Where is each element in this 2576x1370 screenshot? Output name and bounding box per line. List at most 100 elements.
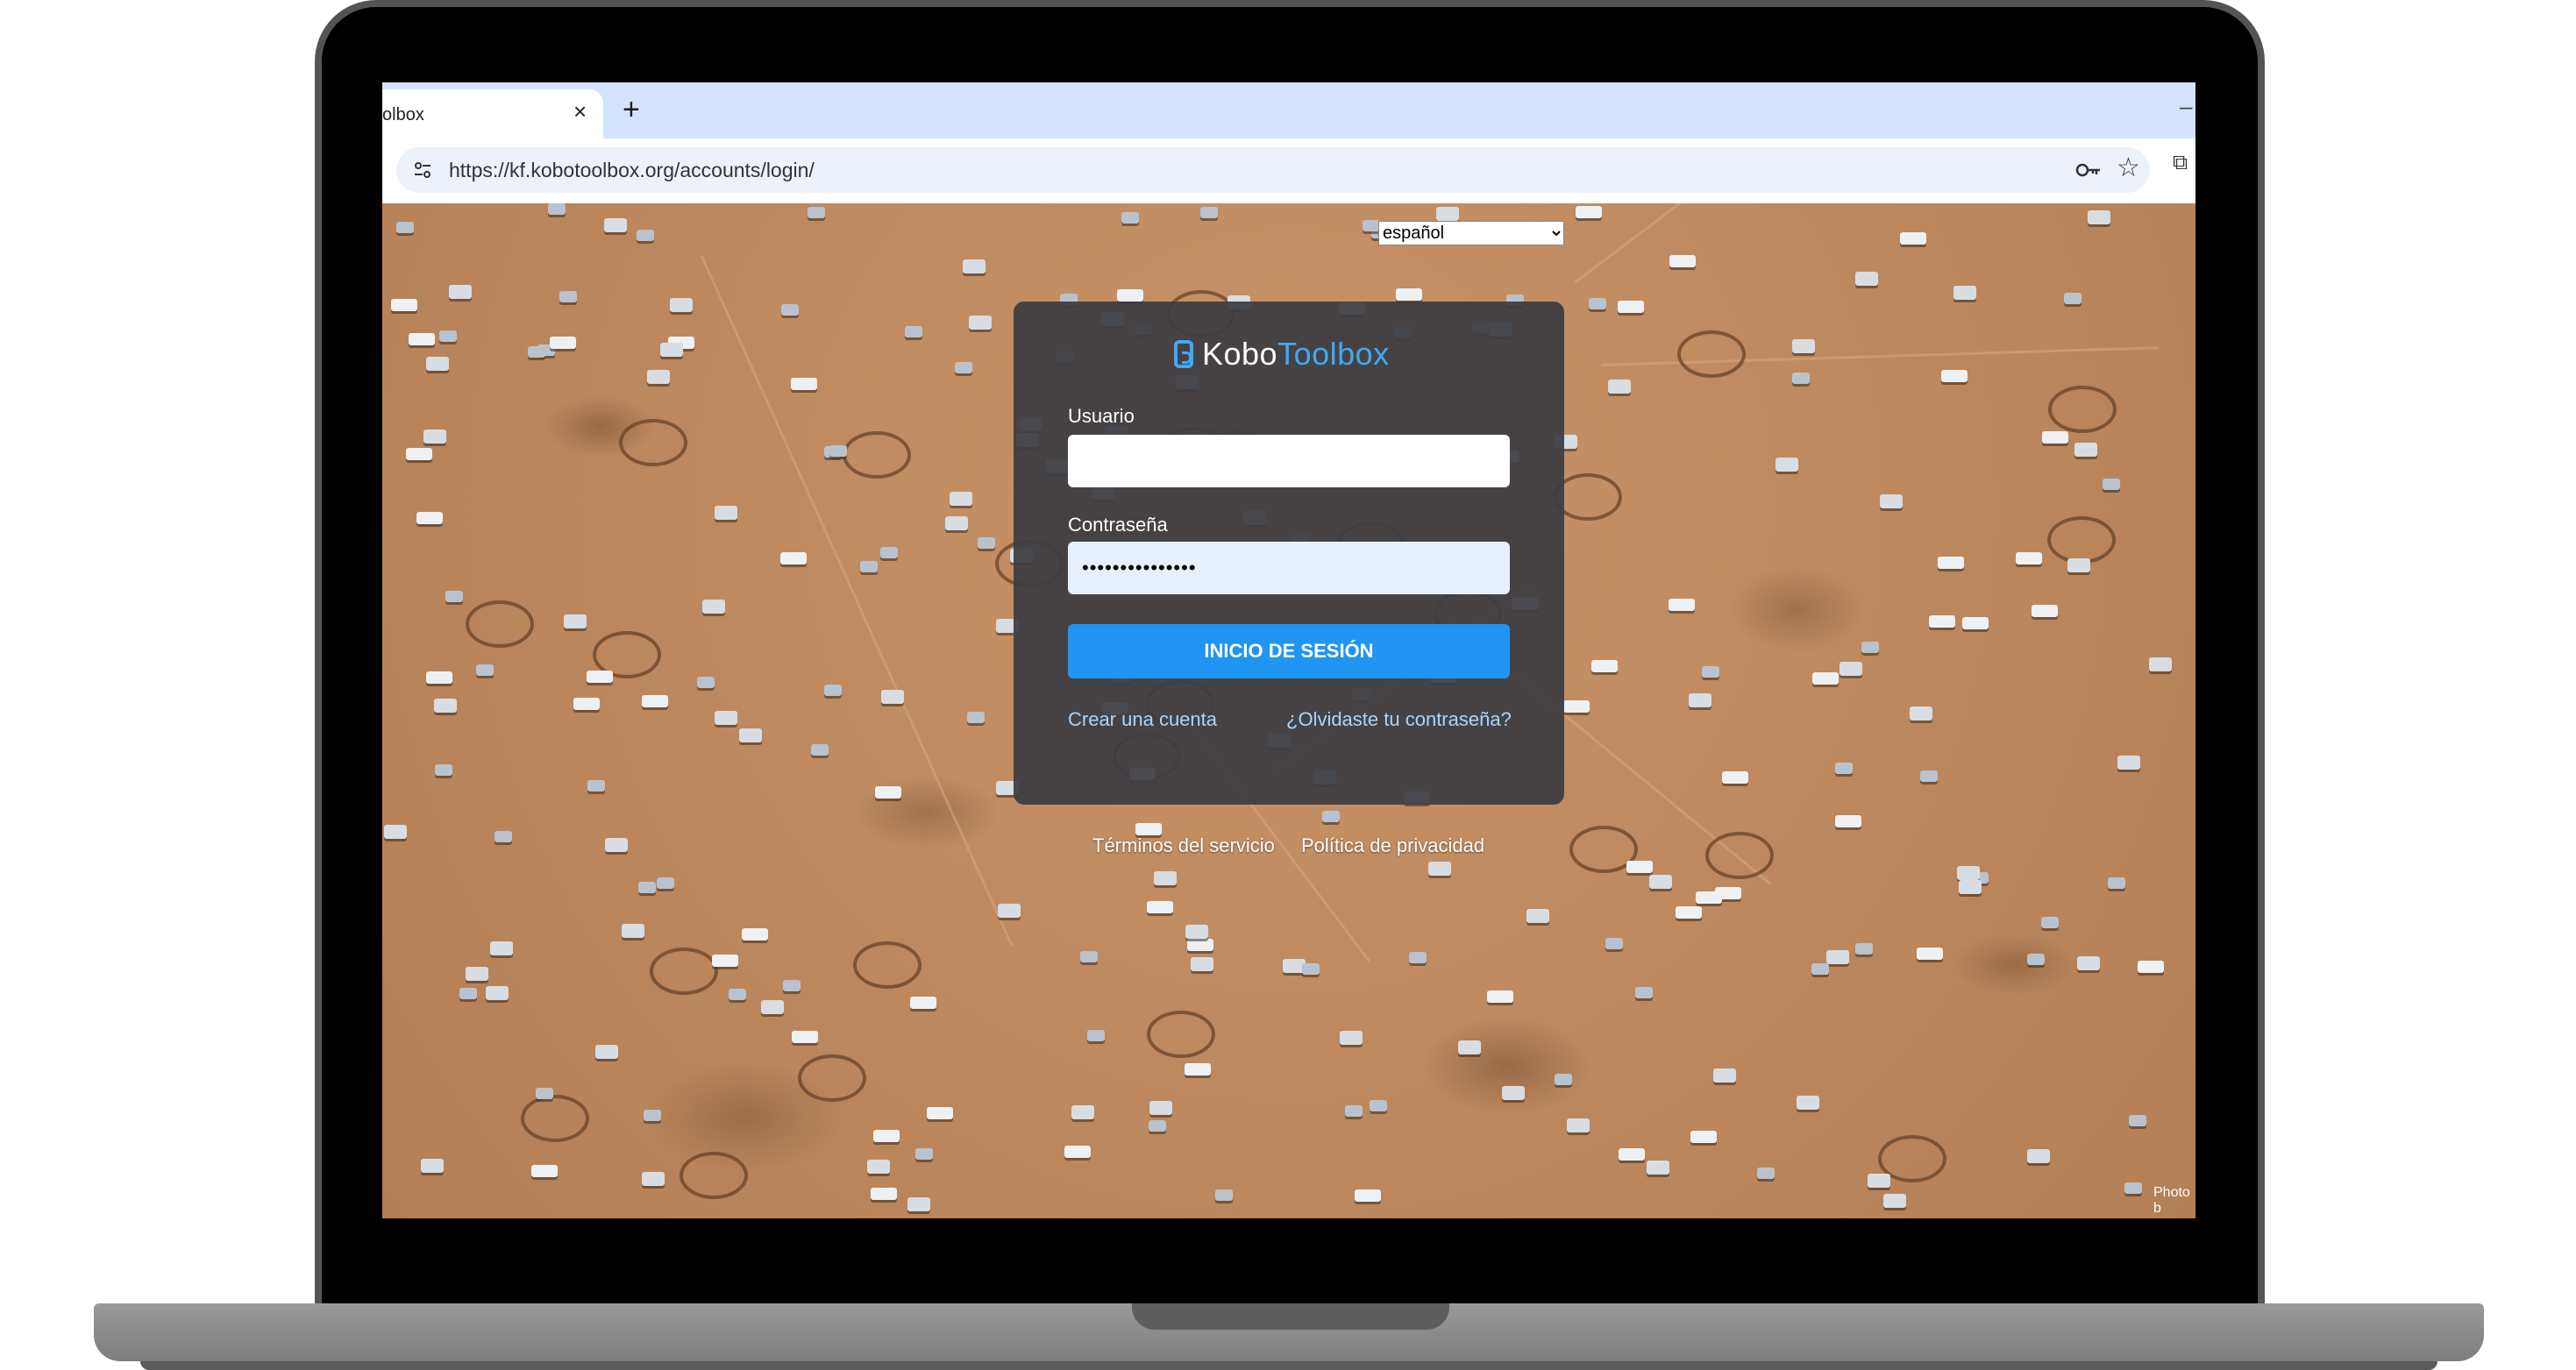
shelter-roof: [2148, 657, 2172, 672]
shelter-roof: [1635, 987, 1654, 999]
shelter-roof: [1941, 369, 1968, 382]
shelter-roof: [1695, 891, 1722, 905]
shelter-roof: [711, 955, 738, 968]
close-tab-icon[interactable]: ×: [573, 100, 587, 123]
password-label: Contraseña: [1068, 514, 1168, 536]
shelter-roof: [490, 941, 514, 956]
shelter-roof: [657, 877, 675, 889]
forgot-password-link[interactable]: ¿Olvidaste tu contraseña?: [1286, 708, 1512, 731]
shelter-roof: [1147, 901, 1174, 914]
shelter-roof: [587, 779, 605, 791]
terms-link[interactable]: Términos del servicio: [1092, 834, 1275, 857]
shelter-roof: [445, 590, 463, 602]
shelter-roof: [1214, 1189, 1233, 1202]
shelter-roof: [536, 1088, 554, 1100]
shelter-roof: [438, 330, 457, 342]
shelter-roof: [2138, 960, 2165, 973]
shelter-roof: [485, 985, 509, 1000]
shelter-roof: [548, 203, 566, 216]
logo-text-kobo: Kobo: [1202, 336, 1278, 372]
shelter-roof: [660, 343, 684, 358]
shelter-roof: [2027, 1149, 2051, 1164]
minimize-button[interactable]: –: [2180, 93, 2192, 120]
shelter-roof: [1566, 1118, 1590, 1133]
shelter-roof: [531, 1165, 559, 1178]
kraal-fence: [679, 1152, 748, 1200]
new-tab-button[interactable]: +: [623, 95, 640, 124]
username-label: Usuario: [1068, 405, 1135, 427]
shelter-roof: [1087, 1030, 1106, 1042]
shelter-roof: [1436, 206, 1460, 221]
kraal-fence: [798, 1054, 867, 1102]
shelter-roof: [780, 304, 799, 316]
shelter-roof: [1071, 1105, 1094, 1120]
shelter-roof: [1929, 615, 1956, 628]
shelter-roof: [963, 259, 986, 274]
shelter-roof: [2016, 551, 2043, 564]
shelter-roof: [701, 600, 725, 614]
shelter-roof: [1958, 880, 1982, 895]
shelter-roof: [880, 689, 904, 704]
kraal-fence: [650, 947, 719, 995]
shelter-roof: [637, 882, 656, 894]
shelter-roof: [2107, 877, 2125, 889]
shelter-roof: [1826, 950, 1850, 965]
login-card: Kobo Toolbox Usuario Contraseña INICIO D…: [1014, 302, 1564, 805]
shelter-roof: [642, 1171, 665, 1186]
shelter-roof: [528, 346, 546, 358]
shelter-roof: [1676, 905, 1703, 919]
password-input[interactable]: [1068, 542, 1510, 594]
username-input[interactable]: [1068, 435, 1510, 487]
shelter-roof: [1937, 556, 1964, 569]
shelter-roof: [1792, 373, 1811, 385]
shelter-roof: [1153, 870, 1177, 885]
shelter-roof: [909, 997, 936, 1010]
url-text[interactable]: https://kf.kobotoolbox.org/accounts/logi…: [449, 159, 815, 182]
shelter-roof: [1855, 943, 1874, 955]
shelter-roof: [1919, 770, 1938, 782]
shelter-roof: [2064, 292, 2082, 304]
privacy-link[interactable]: Política de privacidad: [1301, 834, 1484, 857]
shelter-roof: [391, 298, 418, 311]
shelter-roof: [875, 786, 902, 799]
shelter-roof: [2076, 955, 2100, 970]
shelter-roof: [907, 1197, 930, 1212]
shelter-roof: [605, 837, 629, 852]
extensions-icon[interactable]: ⧉: [2173, 151, 2188, 175]
shelter-roof: [1669, 254, 1697, 267]
shelter-roof: [1882, 1194, 1906, 1209]
tab-title: olbox: [382, 105, 424, 124]
photo-credit: Photo b: [2153, 1185, 2190, 1216]
shelter-roof: [1457, 1040, 1481, 1054]
shelter-roof: [1185, 1063, 1212, 1076]
shelter-roof: [603, 218, 627, 233]
create-account-link[interactable]: Crear una cuenta: [1068, 708, 1217, 731]
shelter-roof: [1080, 950, 1099, 962]
language-select[interactable]: español: [1378, 221, 1564, 245]
dirt-path: [701, 254, 1014, 947]
shelter-roof: [949, 492, 972, 507]
shelter-roof: [2041, 917, 2060, 929]
shelter-roof: [425, 671, 452, 685]
shelter-roof: [927, 1107, 954, 1120]
login-button[interactable]: INICIO DE SESIÓN: [1068, 624, 1510, 678]
password-key-icon[interactable]: [2075, 160, 2102, 181]
browser-tab[interactable]: olbox ×: [382, 89, 603, 138]
shelter-roof: [1562, 699, 1590, 713]
shelter-roof: [904, 326, 922, 338]
shelter-roof: [1589, 298, 1607, 310]
bookmark-star-icon[interactable]: ☆: [2117, 155, 2140, 181]
shelter-roof: [420, 1158, 444, 1173]
kraal-fence: [2046, 515, 2116, 564]
shelter-roof: [1121, 211, 1140, 224]
shelter-roof: [559, 291, 578, 303]
address-bar[interactable]: https://kf.kobotoolbox.org/accounts/logi…: [396, 147, 2150, 193]
dirt-path: [1573, 203, 1995, 284]
shelter-roof: [1199, 207, 1218, 219]
shelter-roof: [383, 824, 407, 839]
site-settings-icon[interactable]: [412, 160, 433, 181]
shelter-roof: [2074, 442, 2097, 457]
shelter-roof: [2041, 430, 2068, 444]
shelter-roof: [2067, 558, 2090, 573]
kraal-fence: [853, 941, 922, 989]
